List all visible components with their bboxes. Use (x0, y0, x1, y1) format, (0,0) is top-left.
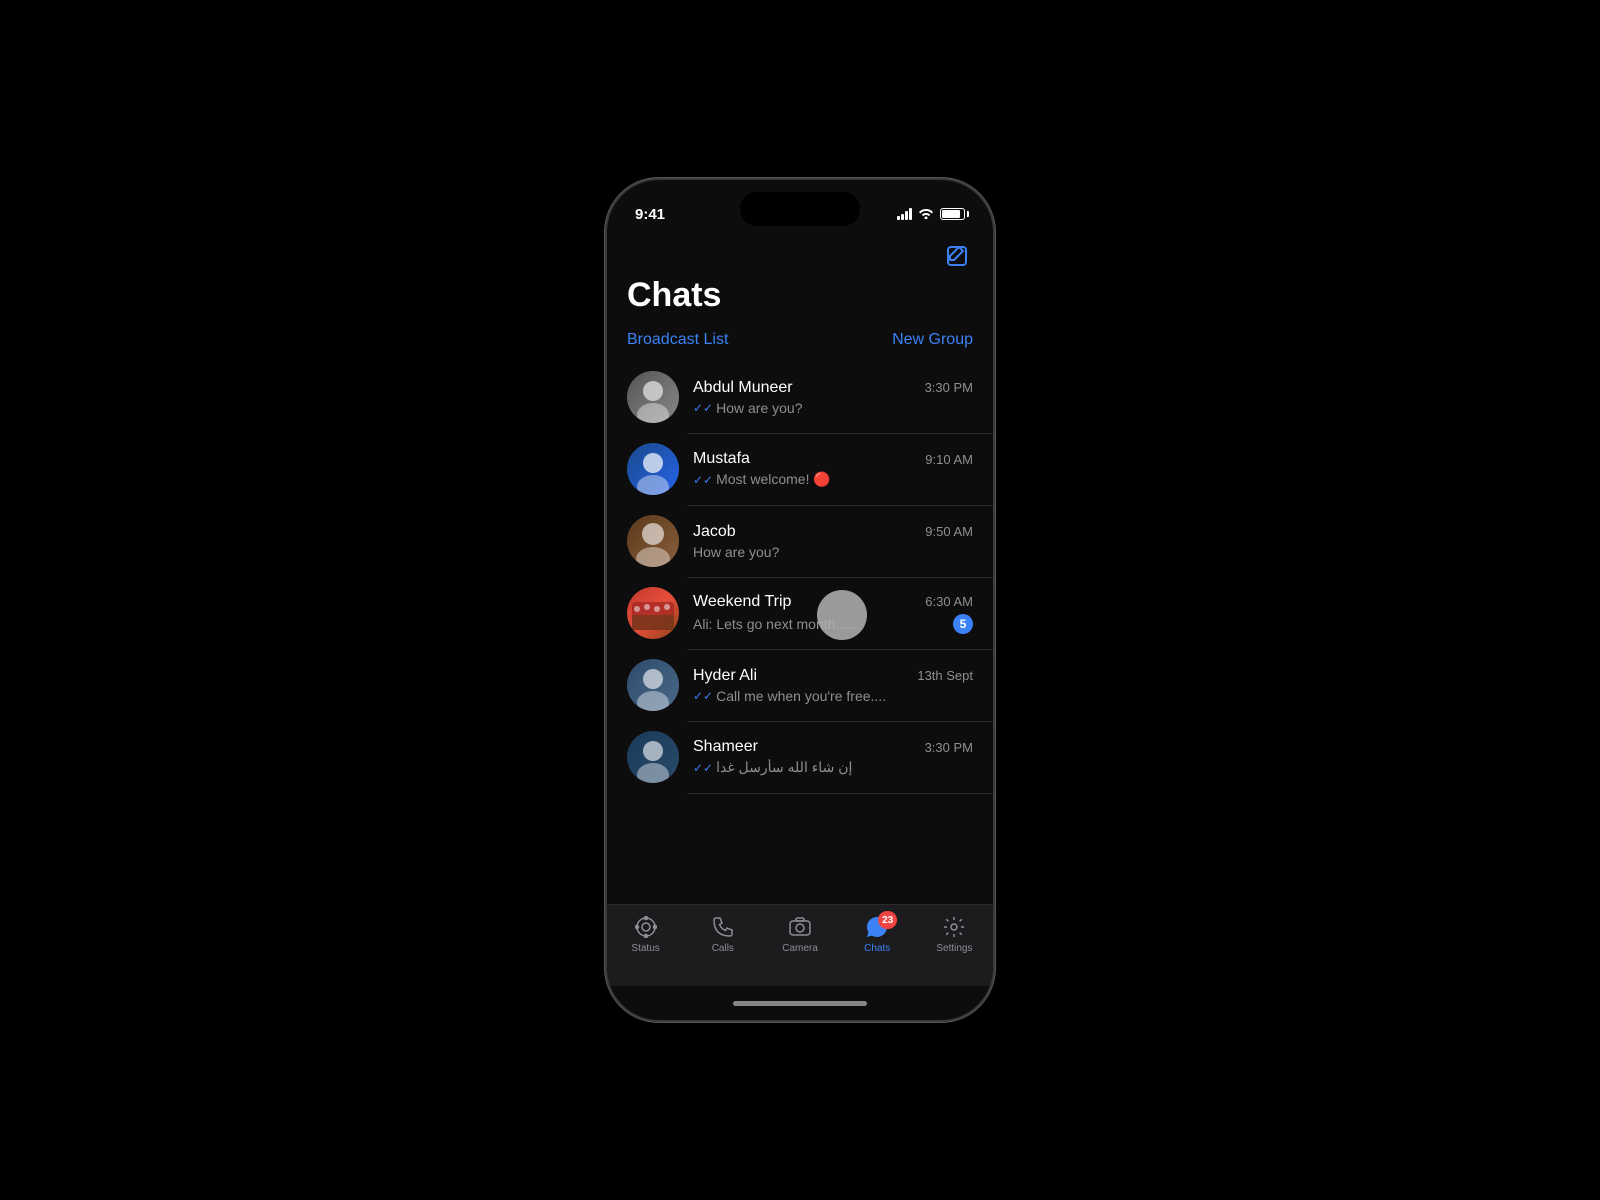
tab-icon-settings (942, 915, 966, 939)
chat-time-hyder: 13th Sept (917, 668, 973, 683)
chat-list: Abdul Muneer 3:30 PM ✓✓ How are you? (607, 361, 993, 793)
chat-item-mustafa[interactable]: Mustafa 9:10 AM ✓✓ Most welcome! 🔴 (607, 433, 993, 505)
chat-name-jacob: Jacob (693, 523, 736, 541)
chat-preview-shameer: ✓✓ إن شاء الله سأرسل غدا (693, 759, 852, 776)
avatar-person-shameer (627, 731, 679, 783)
tab-icon-calls (711, 915, 735, 939)
chat-name-weekend: Weekend Trip (693, 593, 791, 611)
chat-item-hyder[interactable]: Hyder Ali 13th Sept ✓✓ Call me when you'… (607, 649, 993, 721)
header-actions: Broadcast List New Group (627, 327, 973, 361)
chat-name-shameer: Shameer (693, 738, 758, 756)
chat-item-jacob[interactable]: Jacob 9:50 AM How are you? (607, 505, 993, 577)
chat-name-mustafa: Mustafa (693, 450, 750, 468)
tab-chats[interactable]: 23 Chats (839, 915, 916, 954)
tab-label-status: Status (631, 943, 659, 954)
check-icon-shameer: ✓✓ (693, 761, 713, 775)
avatar-shameer (627, 731, 679, 783)
new-group-link[interactable]: New Group (892, 331, 973, 349)
avatar-abdul (627, 371, 679, 423)
chat-info-shameer: Shameer 3:30 PM ✓✓ إن شاء الله سأرسل غدا (693, 738, 973, 776)
avatar-person-hyder (627, 659, 679, 711)
chat-info-abdul: Abdul Muneer 3:30 PM ✓✓ How are you? (693, 379, 973, 416)
avatar-jacob (627, 515, 679, 567)
avatar-weekend (627, 587, 679, 639)
battery-icon (940, 208, 965, 220)
phone-frame: 9:41 (605, 178, 995, 1022)
status-icons (897, 207, 965, 222)
tab-label-settings: Settings (936, 943, 972, 954)
header: Chats Broadcast List New Group (607, 232, 993, 361)
chat-time-weekend: 6:30 AM (925, 594, 973, 609)
chat-info-hyder: Hyder Ali 13th Sept ✓✓ Call me when you'… (693, 667, 973, 704)
avatar-mustafa (627, 443, 679, 495)
avatar-person-mustafa (627, 443, 679, 495)
tab-settings[interactable]: Settings (916, 915, 993, 954)
chat-info-weekend: Weekend Trip 6:30 AM Ali: Lets go next m… (693, 593, 973, 634)
tab-camera[interactable]: Camera (761, 915, 838, 954)
chat-badge-weekend: 5 (953, 614, 973, 634)
tab-badge-chats: 23 (878, 911, 897, 929)
chat-time-mustafa: 9:10 AM (925, 452, 973, 467)
chat-preview-mustafa: ✓✓ Most welcome! 🔴 (693, 471, 831, 488)
header-top (627, 240, 973, 272)
home-indicator (607, 986, 993, 1020)
check-icon-hyder: ✓✓ (693, 689, 713, 703)
chat-item-shameer[interactable]: Shameer 3:30 PM ✓✓ إن شاء الله سأرسل غدا (607, 721, 993, 793)
chat-preview-hyder: ✓✓ Call me when you're free.... (693, 688, 886, 704)
page-title: Chats (627, 276, 973, 315)
check-icon-mustafa: ✓✓ (693, 473, 713, 487)
tab-bar: Status Calls Camera (607, 904, 993, 986)
tab-calls[interactable]: Calls (684, 915, 761, 954)
tab-icon-status (634, 915, 658, 939)
check-icon-abdul: ✓✓ (693, 401, 713, 415)
chat-info-mustafa: Mustafa 9:10 AM ✓✓ Most welcome! 🔴 (693, 450, 973, 488)
phone-screen: 9:41 (607, 180, 993, 1020)
tab-status[interactable]: Status (607, 915, 684, 954)
wifi-icon (918, 207, 934, 222)
chat-item-weekend[interactable]: Weekend Trip 6:30 AM Ali: Lets go next m… (607, 577, 993, 649)
dynamic-island (740, 192, 860, 226)
tab-label-camera: Camera (782, 943, 818, 954)
avatar-person-weekend (627, 587, 679, 639)
tab-icon-camera (788, 915, 812, 939)
chat-preview-jacob: How are you? (693, 544, 779, 560)
chat-preview-abdul: ✓✓ How are you? (693, 400, 803, 416)
tab-icon-chats: 23 (865, 915, 889, 939)
avatar-person-abdul (627, 371, 679, 423)
main-content[interactable]: Chats Broadcast List New Group (607, 232, 993, 904)
chat-time-shameer: 3:30 PM (925, 740, 973, 755)
tab-label-chats: Chats (864, 943, 890, 954)
broadcast-list-link[interactable]: Broadcast List (627, 331, 728, 349)
chat-preview-weekend: Ali: Lets go next month..... (693, 616, 855, 632)
compose-button[interactable] (941, 240, 973, 272)
chat-name-abdul: Abdul Muneer (693, 379, 793, 397)
signal-icon (897, 208, 912, 220)
avatar-person-jacob (627, 515, 679, 567)
avatar-hyder (627, 659, 679, 711)
chat-info-jacob: Jacob 9:50 AM How are you? (693, 523, 973, 560)
chat-time-abdul: 3:30 PM (925, 380, 973, 395)
home-bar (733, 1001, 867, 1006)
status-time: 9:41 (635, 206, 665, 223)
chat-time-jacob: 9:50 AM (925, 524, 973, 539)
tab-label-calls: Calls (712, 943, 734, 954)
chat-name-hyder: Hyder Ali (693, 667, 757, 685)
chat-item-abdul[interactable]: Abdul Muneer 3:30 PM ✓✓ How are you? (607, 361, 993, 433)
